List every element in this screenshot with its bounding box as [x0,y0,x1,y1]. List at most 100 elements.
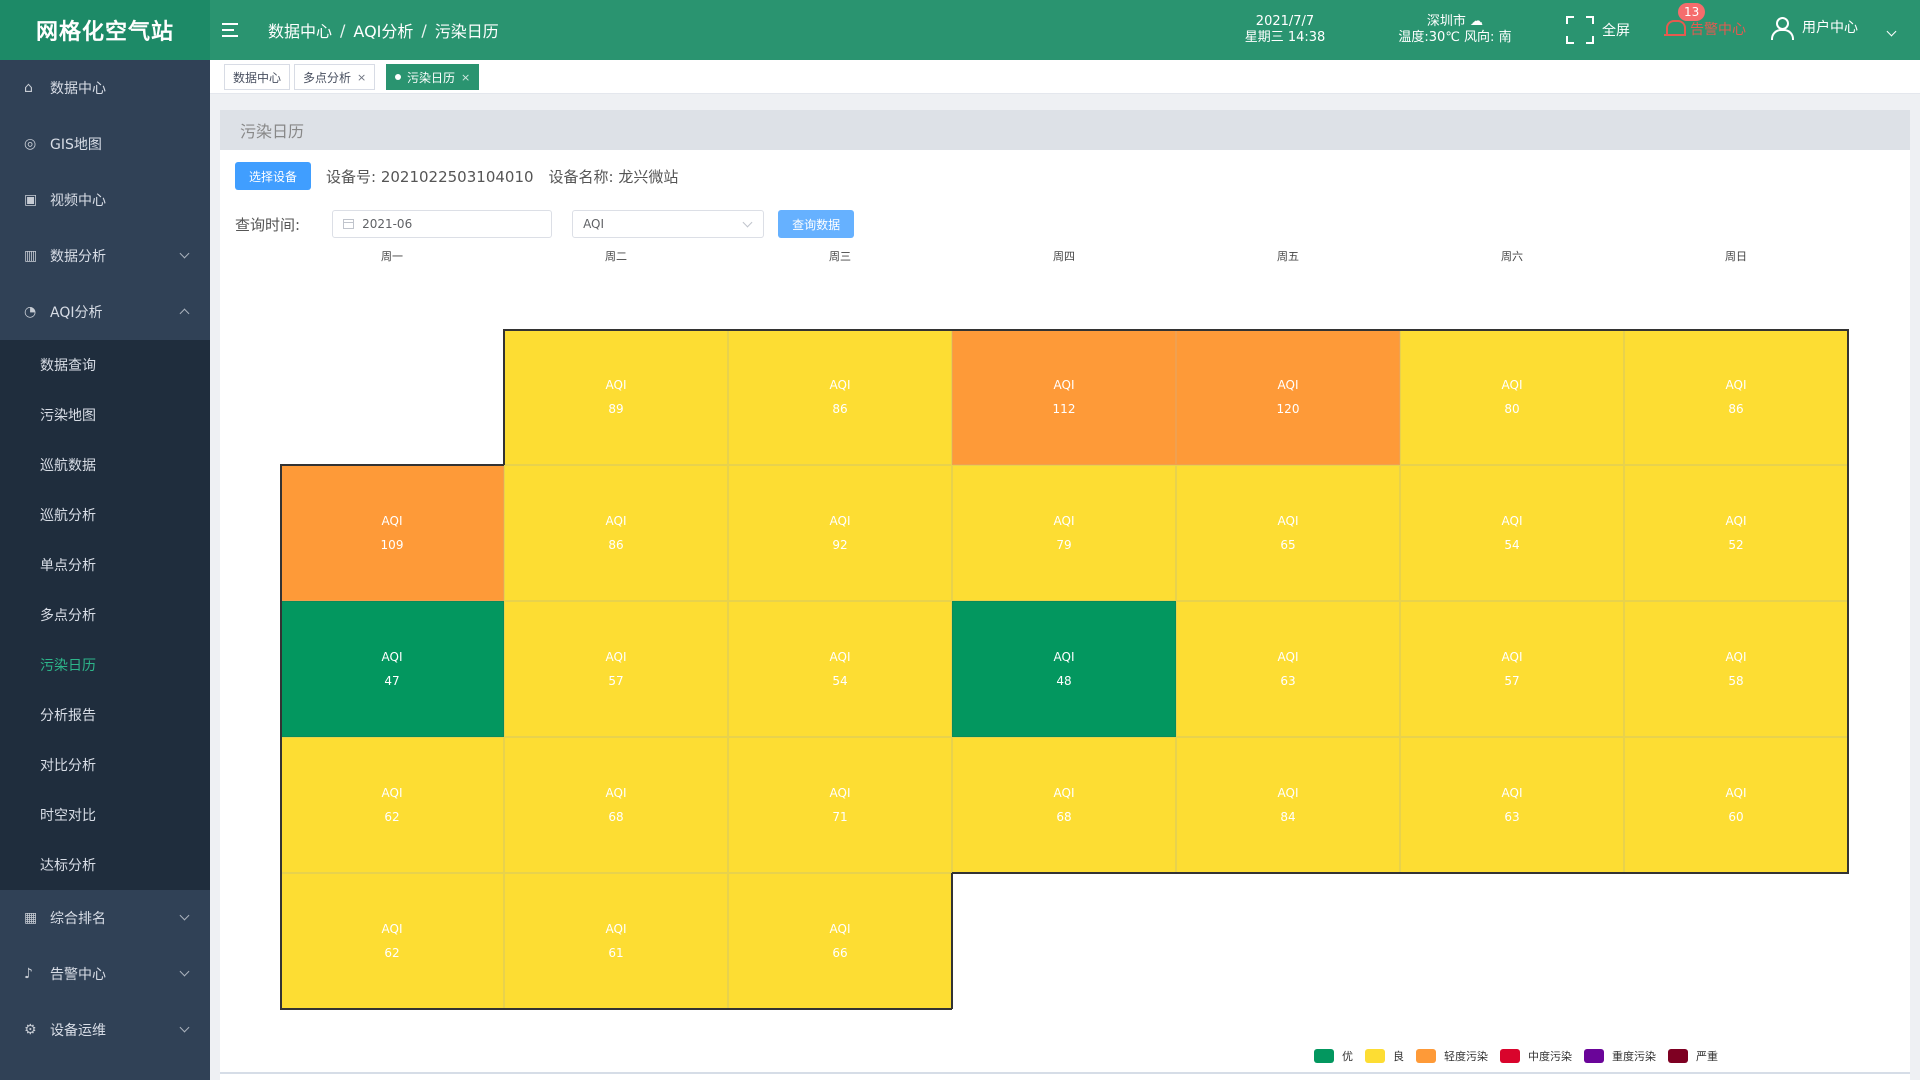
sidebar-subitem[interactable]: 数据查询 [0,340,210,390]
legend-item[interactable]: 良 [1365,1048,1404,1064]
cell-label: AQI [829,650,851,664]
close-icon[interactable]: × [461,71,470,84]
chevron-down-icon[interactable] [1886,26,1897,37]
calendar-day-cell[interactable]: AQI 58 [1624,601,1848,737]
legend-label: 轻度污染 [1444,1050,1488,1063]
calendar-day-cell[interactable]: AQI 47 [280,601,504,737]
calendar-day-cell[interactable]: AQI 120 [1176,329,1400,465]
calendar-day-cell[interactable]: AQI 68 [952,737,1176,873]
breadcrumb: 数据中心 / AQI分析 / 污染日历 [268,0,499,60]
calendar-day-cell[interactable]: AQI 79 [952,465,1176,601]
calendar-day-cell[interactable]: AQI 86 [1624,329,1848,465]
tag-label: 数据中心 [233,70,282,85]
cell-label: AQI [381,514,403,528]
sidebar-item[interactable]: ◔ AQI分析 [0,284,210,340]
sidebar-subitem[interactable]: 对比分析 [0,740,210,790]
calendar-day-cell[interactable]: AQI 92 [728,465,952,601]
bar-chart-icon: ▥ [24,248,38,264]
tag-data-center[interactable]: 数据中心 [224,64,291,90]
sidebar-subitem[interactable]: 达标分析 [0,840,210,890]
calendar-day-cell[interactable]: AQI 68 [504,737,728,873]
select-device-button[interactable]: 选择设备 [235,162,312,190]
cell-label: AQI [1277,650,1299,664]
legend-swatch [1365,1049,1385,1063]
sidebar-item[interactable]: ⚙ 设备运维 [0,1002,210,1058]
cell-value: 89 [608,402,624,416]
legend-item[interactable]: 中度污染 [1500,1048,1572,1064]
sidebar-subitem[interactable]: 单点分析 [0,540,210,590]
calendar-day-cell[interactable]: AQI 57 [1400,601,1624,737]
calendar-day-cell[interactable]: AQI 65 [1176,465,1400,601]
sidebar-item[interactable]: ⌂ 数据中心 [0,60,210,116]
sidebar-subitem[interactable]: 巡航数据 [0,440,210,490]
sidebar-item[interactable]: ▥ 数据分析 [0,228,210,284]
map-pin-icon: ◎ [24,136,37,152]
menu-toggle-icon[interactable] [222,18,246,42]
legend-item[interactable]: 优 [1314,1048,1353,1064]
legend-item[interactable]: 重度污染 [1584,1048,1656,1064]
close-icon[interactable]: × [357,71,366,84]
calendar-day-cell[interactable]: AQI 112 [952,329,1176,465]
calendar-day-cell[interactable]: AQI 86 [728,329,952,465]
calendar-day-cell[interactable]: AQI 86 [504,465,728,601]
month-picker[interactable]: 2021-06 [332,210,553,238]
sidebar-subitem[interactable]: 时空对比 [0,790,210,840]
legend-label: 良 [1393,1050,1404,1063]
calendar-day-cell[interactable]: AQI 54 [1400,465,1624,601]
alarm-count-badge: 13 [1678,3,1706,21]
sidebar-item[interactable]: ▣ 视频中心 [0,172,210,228]
app-logo: 网格化空气站 [0,0,210,60]
cell-value: 68 [608,810,624,824]
cell-value: 62 [384,946,400,960]
breadcrumb-item[interactable]: 数据中心 [268,18,332,42]
cell-value: 57 [1504,674,1520,688]
query-button[interactable]: 查询数据 [778,210,855,238]
cell-label: AQI [605,514,627,528]
calendar-day-cell[interactable]: AQI 89 [504,329,728,465]
calendar-day-cell[interactable]: AQI 63 [1176,601,1400,737]
tag-pollution-calendar[interactable]: 污染日历 × [386,64,480,90]
gauge-icon: ◔ [24,304,37,320]
tag-multi-point[interactable]: 多点分析 × [294,64,376,90]
legend-item[interactable]: 严重 [1668,1048,1718,1064]
sidebar-subitem[interactable]: 污染日历 [0,640,210,690]
cell-label: AQI [605,922,627,936]
sidebar-item-label: AQI分析 [50,305,103,321]
cell-label: AQI [381,922,403,936]
alarm-center-button[interactable]: 13 告警中心 [1664,3,1746,40]
calendar-day-cell[interactable]: AQI 62 [280,873,504,1009]
sidebar-subitem[interactable]: 污染地图 [0,390,210,440]
cell-label: AQI [829,378,851,392]
calendar-day-cell[interactable]: AQI 62 [280,737,504,873]
weather-text: 温度:30℃ 风向: 南 [1398,30,1512,45]
calendar-day-cell[interactable]: AQI 63 [1400,737,1624,873]
legend-item[interactable]: 轻度污染 [1416,1048,1488,1064]
breadcrumb-item: 污染日历 [434,22,499,41]
calendar-day-cell[interactable]: AQI 71 [728,737,952,873]
calendar-day-cell[interactable]: AQI 80 [1400,329,1624,465]
fullscreen-button[interactable]: 全屏 [1566,16,1630,44]
calendar-day-cell[interactable]: AQI 60 [1624,737,1848,873]
calendar-day-cell[interactable]: AQI 84 [1176,737,1400,873]
fullscreen-label: 全屏 [1602,23,1630,39]
calendar-day-cell[interactable]: AQI 57 [504,601,728,737]
calendar-day-cell[interactable]: AQI 54 [728,601,952,737]
sidebar-item[interactable]: ♪ 告警中心 [0,946,210,1002]
cell-label: AQI [1277,514,1299,528]
user-center-button[interactable]: 用户中心 [1770,16,1858,40]
sidebar-item[interactable]: ▦ 综合排名 [0,890,210,946]
sidebar-subitem[interactable]: 分析报告 [0,690,210,740]
breadcrumb-item[interactable]: AQI分析 [353,18,413,42]
calendar-day-cell[interactable]: AQI 66 [728,873,952,1009]
sidebar-item[interactable]: ◎ GIS地图 [0,116,210,172]
legend-label: 重度污染 [1612,1050,1656,1063]
calendar-day-cell[interactable]: AQI 109 [280,465,504,601]
sidebar-subitem[interactable]: 多点分析 [0,590,210,640]
calendar-day-cell[interactable]: AQI 61 [504,873,728,1009]
city-text: 深圳市 ☁ [1426,14,1484,29]
calendar-day-cell[interactable]: AQI 52 [1624,465,1848,601]
calendar-day-cell[interactable]: AQI 48 [952,601,1176,737]
sidebar-subitem[interactable]: 巡航分析 [0,490,210,540]
datetime: 2021/7/7 星期三 14:38 [1230,14,1340,46]
pollutant-select[interactable]: AQI [572,210,765,238]
